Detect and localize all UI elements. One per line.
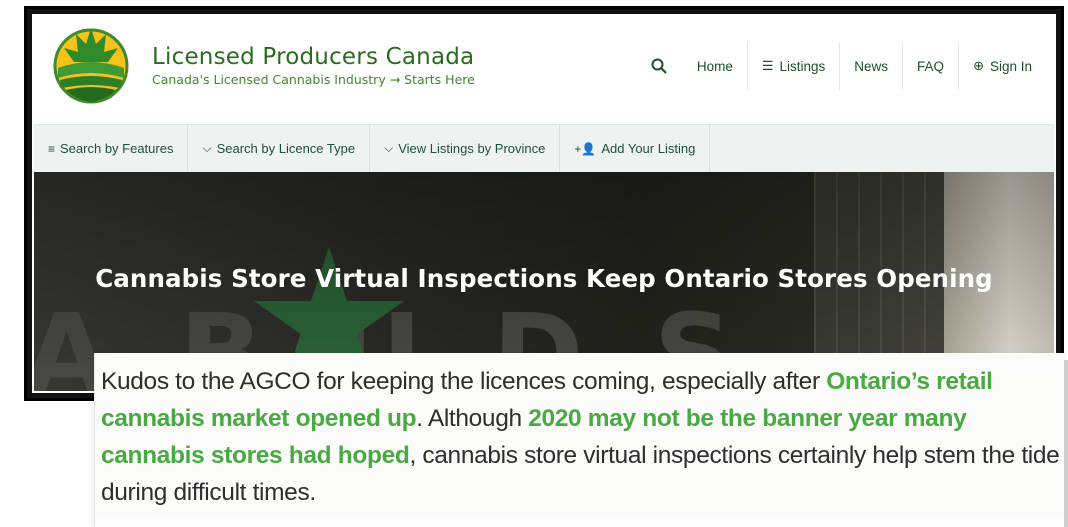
nav-sign-in[interactable]: ⊕ Sign In <box>959 42 1046 90</box>
nav-listings[interactable]: ☰ Listings <box>748 42 841 90</box>
nav-listings-label: Listings <box>779 58 826 74</box>
chevron-down-icon: ⌵ <box>384 141 394 155</box>
subnav-view-listings-by-province[interactable]: ⌵ View Listings by Province <box>370 125 561 172</box>
sign-in-icon: ⊕ <box>973 58 984 73</box>
subnav-search-by-licence-type[interactable]: ⌵ Search by Licence Type <box>188 125 371 172</box>
page-title: Cannabis Store Virtual Inspections Keep … <box>95 264 993 293</box>
search-icon <box>651 58 667 74</box>
brand-tagline: Canada's Licensed Cannabis Industry → St… <box>152 72 475 87</box>
brand-title[interactable]: Licensed Producers Canada <box>152 44 475 70</box>
site-viewport: Licensed Producers Canada Canada's Licen… <box>32 14 1056 393</box>
nav-faq[interactable]: FAQ <box>903 42 960 90</box>
nav-news[interactable]: News <box>840 42 904 90</box>
nav-news-label: News <box>854 58 889 74</box>
nav-faq-label: FAQ <box>917 58 945 74</box>
subnav-add-your-listing-label: Add Your Listing <box>601 141 696 156</box>
screenshot-frame: Licensed Producers Canada Canada's Licen… <box>24 6 1064 401</box>
nav-sign-in-label: Sign In <box>989 58 1032 74</box>
brand-block[interactable]: Licensed Producers Canada Canada's Licen… <box>152 44 475 87</box>
chevron-down-icon: ⌵ <box>202 141 212 155</box>
hamburger-icon: ≡ <box>48 141 56 156</box>
excerpt-text: Kudos to the AGCO for keeping the licenc… <box>101 368 827 395</box>
excerpt-fade <box>95 513 1064 527</box>
nav-home[interactable]: Home <box>683 42 748 90</box>
secondary-navigation: ≡ Search by Features ⌵ Search by Licence… <box>34 124 1054 172</box>
excerpt-paragraph: Kudos to the AGCO for keeping the licenc… <box>101 363 1064 511</box>
subnav-add-your-listing[interactable]: +👤 Add Your Listing <box>560 125 711 172</box>
subnav-view-listings-by-province-label: View Listings by Province <box>398 141 546 156</box>
maple-leaf-sunrise-logo[interactable] <box>50 22 132 104</box>
top-navigation: Home ☰ Listings News FAQ ⊕ Sign In <box>635 42 1046 90</box>
excerpt-text: . Although <box>416 405 529 432</box>
nav-home-label: Home <box>696 58 733 74</box>
add-user-icon: +👤 <box>574 141 597 156</box>
subnav-search-by-licence-type-label: Search by Licence Type <box>216 141 356 156</box>
subnav-search-by-features[interactable]: ≡ Search by Features <box>34 125 189 172</box>
site-header: Licensed Producers Canada Canada's Licen… <box>34 16 1054 124</box>
search-button[interactable] <box>635 42 683 90</box>
article-excerpt: Kudos to the AGCO for keeping the licenc… <box>94 353 1064 527</box>
subnav-search-by-features-label: Search by Features <box>60 141 174 156</box>
list-icon: ☰ <box>761 58 774 73</box>
